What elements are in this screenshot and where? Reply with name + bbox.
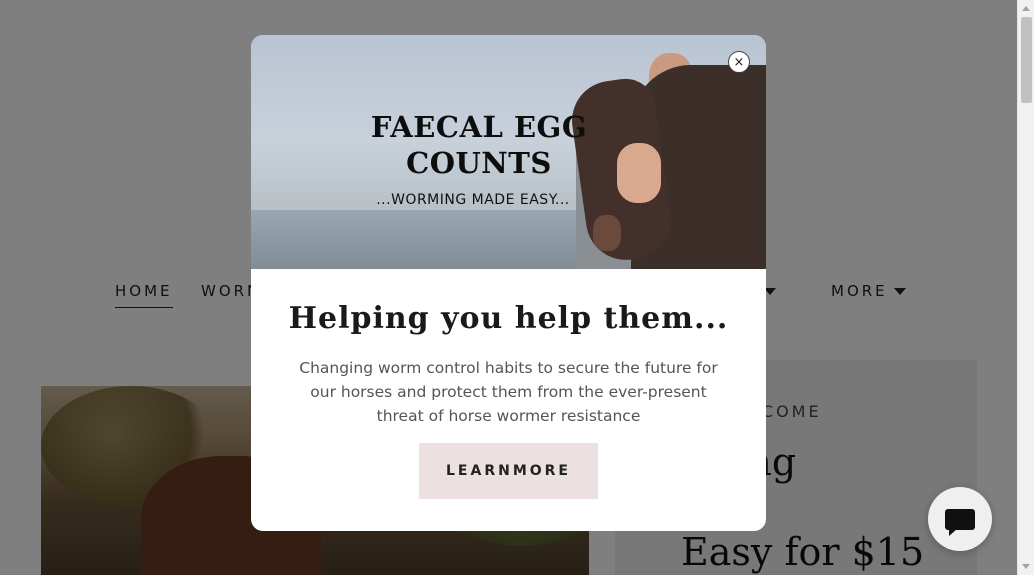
banner-title-line: COUNTS bbox=[406, 146, 552, 180]
banner-subtitle: ...WORMING MADE EASY... bbox=[376, 192, 570, 208]
scroll-down-arrow-icon[interactable] bbox=[1022, 564, 1030, 569]
modal-title: Helping you help them... bbox=[288, 301, 729, 336]
close-icon: × bbox=[733, 54, 745, 70]
modal-body-text: Changing worm control habits to secure t… bbox=[299, 359, 718, 425]
learn-more-button[interactable]: LEARNMORE bbox=[419, 443, 598, 499]
close-button[interactable]: × bbox=[728, 51, 750, 73]
scrollbar[interactable] bbox=[1017, 0, 1034, 575]
hands-shape bbox=[617, 143, 661, 203]
banner-title: FAECAL EGG COUNTS bbox=[349, 109, 609, 181]
chat-button[interactable] bbox=[928, 487, 992, 551]
chat-icon bbox=[945, 508, 975, 536]
promo-modal: FAECAL EGG COUNTS ...WORMING MADE EASY..… bbox=[251, 35, 766, 531]
horse-blaze-shape bbox=[593, 215, 621, 251]
scrollbar-thumb[interactable] bbox=[1021, 17, 1032, 103]
modal-banner-image: FAECAL EGG COUNTS ...WORMING MADE EASY..… bbox=[251, 35, 766, 269]
banner-title-line: FAECAL EGG bbox=[370, 110, 588, 144]
scroll-up-arrow-icon[interactable] bbox=[1022, 6, 1030, 11]
